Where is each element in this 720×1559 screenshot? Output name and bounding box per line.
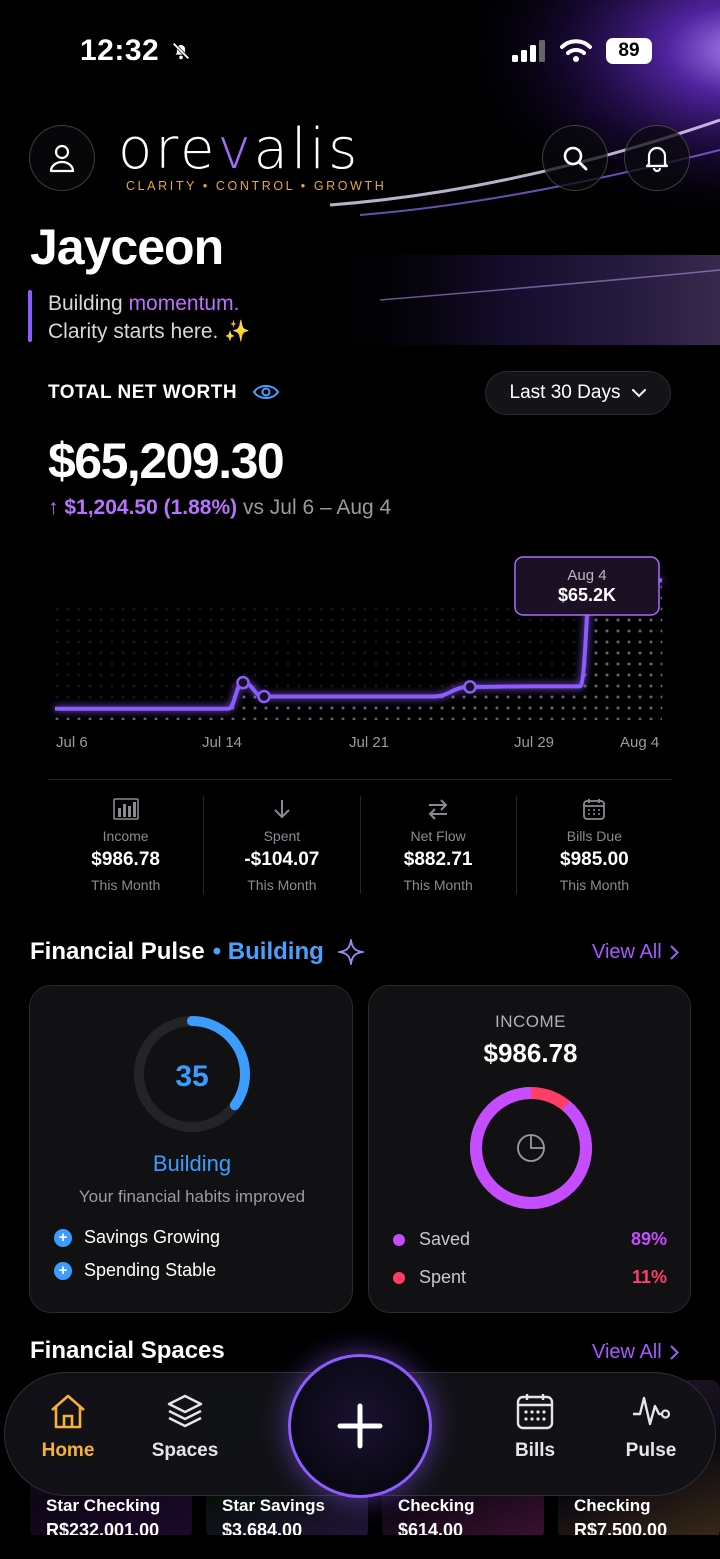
battery-indicator: 89 bbox=[606, 38, 652, 64]
stat-value: $985.00 bbox=[560, 849, 629, 870]
chart-tooltip-value: $65.2K bbox=[558, 585, 616, 605]
nav-home[interactable]: Home bbox=[13, 1392, 123, 1462]
add-button[interactable] bbox=[288, 1354, 432, 1498]
pulse-score-label: Building bbox=[152, 1151, 232, 1176]
x-tick-label: Jul 14 bbox=[202, 734, 243, 751]
net-worth-chart[interactable]: Aug 4 $65.2K bbox=[0, 530, 720, 760]
chart-tooltip: Aug 4 $65.2K bbox=[514, 556, 660, 616]
bar-chart-icon bbox=[112, 796, 139, 822]
layers-icon bbox=[167, 1394, 203, 1428]
stat-bills-due[interactable]: Bills Due $985.00 This Month bbox=[517, 796, 672, 894]
pulse-score-description: Your financial habits improved bbox=[78, 1187, 306, 1206]
nav-bills[interactable]: Bills bbox=[480, 1392, 590, 1462]
profile-button[interactable] bbox=[29, 125, 95, 191]
space-name: Star Savings bbox=[222, 1496, 325, 1515]
financial-pulse-title: Financial Pulse • Building bbox=[30, 938, 364, 966]
x-tick-label: Aug 4 bbox=[620, 734, 660, 751]
pulse-score-value: 35 bbox=[175, 1060, 209, 1093]
chart-point bbox=[257, 689, 271, 704]
stat-value: -$104.07 bbox=[244, 849, 320, 870]
pulse-bullet: + Savings Growing bbox=[54, 1227, 220, 1248]
chart-point bbox=[236, 675, 250, 690]
legend-spent: Spent 11% bbox=[393, 1267, 667, 1288]
stat-period: This Month bbox=[559, 877, 629, 893]
chevron-down-icon bbox=[632, 388, 647, 397]
user-icon bbox=[49, 144, 75, 173]
financial-spaces-title: Financial Spaces bbox=[30, 1337, 225, 1364]
stat-period: This Month bbox=[91, 877, 161, 893]
pulse-status: • Building bbox=[212, 938, 324, 965]
space-name: Checking bbox=[574, 1496, 651, 1515]
status-time: 12:32 bbox=[80, 34, 192, 68]
user-name: Jayceon bbox=[30, 219, 224, 275]
calendar-icon bbox=[516, 1394, 554, 1430]
search-button[interactable] bbox=[542, 125, 608, 191]
pulse-view-all-link[interactable]: View All bbox=[592, 941, 679, 964]
search-icon bbox=[563, 146, 588, 171]
pulse-score-card[interactable]: 35 Building Your financial habits improv… bbox=[29, 985, 353, 1313]
income-breakdown-card[interactable]: INCOME $986.78 Saved 89% Spent 11% bbox=[368, 985, 691, 1313]
stat-label: Net Flow bbox=[410, 828, 466, 844]
net-worth-change: ↑ $1,204.50 (1.88%) vs Jul 6 – Aug 4 bbox=[48, 496, 392, 519]
chart-tooltip-date: Aug 4 bbox=[567, 567, 606, 584]
calendar-icon bbox=[582, 796, 606, 822]
stat-value: $986.78 bbox=[91, 849, 160, 870]
x-tick-label: Jul 6 bbox=[56, 734, 88, 751]
eye-icon[interactable] bbox=[252, 383, 280, 401]
legend-dot bbox=[393, 1271, 405, 1284]
chevron-right-icon bbox=[669, 945, 679, 960]
pie-chart-icon bbox=[517, 1134, 545, 1162]
net-worth-amount: $65,209.30 bbox=[48, 433, 285, 489]
swap-icon bbox=[426, 796, 450, 822]
x-tick-label: Jul 29 bbox=[514, 734, 555, 751]
spaces-view-all-link[interactable]: View All bbox=[592, 1341, 679, 1364]
date-range-select[interactable]: Last 30 Days bbox=[485, 371, 671, 415]
income-amount: $986.78 bbox=[483, 1038, 578, 1068]
legend-saved: Saved 89% bbox=[393, 1229, 667, 1250]
signal-icon bbox=[512, 40, 545, 62]
monthly-stats: Income $986.78 This Month Spent -$104.07… bbox=[48, 796, 672, 894]
stat-period: This Month bbox=[403, 877, 473, 893]
arrow-down-icon bbox=[272, 796, 292, 822]
chevron-right-icon bbox=[669, 1345, 679, 1360]
wifi-icon bbox=[560, 39, 592, 62]
legend-dot bbox=[393, 1233, 405, 1246]
motto-line-1: Building momentum. bbox=[48, 292, 240, 315]
notifications-button[interactable] bbox=[624, 125, 690, 191]
silent-bell-icon bbox=[172, 42, 190, 60]
plus-icon: + bbox=[54, 1228, 72, 1247]
home-icon bbox=[51, 1394, 85, 1429]
brand-tagline: CLARITY • CONTROL • GROWTH bbox=[126, 179, 387, 193]
stat-net-flow[interactable]: Net Flow $882.71 This Month bbox=[361, 796, 517, 894]
x-tick-label: Jul 21 bbox=[349, 734, 390, 751]
nav-pulse[interactable]: Pulse bbox=[596, 1392, 706, 1462]
stat-spent[interactable]: Spent -$104.07 This Month bbox=[204, 796, 361, 894]
stat-value: $882.71 bbox=[403, 849, 473, 870]
space-name: Star Checking bbox=[46, 1496, 161, 1515]
plus-icon: + bbox=[54, 1261, 72, 1280]
pulse-bullet: + Spending Stable bbox=[54, 1260, 216, 1281]
sparkle-icon bbox=[337, 939, 364, 965]
nav-spaces[interactable]: Spaces bbox=[130, 1392, 240, 1462]
stat-period: This Month bbox=[247, 877, 317, 893]
income-label: INCOME bbox=[495, 1012, 566, 1031]
home-indicator-area bbox=[0, 1535, 720, 1559]
stat-income[interactable]: Income $986.78 This Month bbox=[48, 796, 205, 894]
motto-line-2: Clarity starts here. ✨ bbox=[48, 320, 251, 343]
brand-logo: orevalis bbox=[118, 117, 361, 182]
stat-label: Bills Due bbox=[566, 828, 622, 844]
income-donut bbox=[470, 1087, 592, 1209]
stat-label: Income bbox=[102, 828, 149, 844]
space-name: Checking bbox=[398, 1496, 475, 1515]
stat-label: Spent bbox=[263, 828, 301, 844]
plus-icon bbox=[337, 1403, 383, 1449]
quote-accent-bar bbox=[28, 290, 32, 342]
bell-icon bbox=[645, 146, 669, 172]
pulse-icon bbox=[633, 1396, 671, 1426]
net-worth-label: TOTAL NET WORTH bbox=[48, 382, 280, 404]
divider bbox=[48, 779, 672, 780]
chart-point bbox=[463, 680, 477, 694]
status-indicators: 89 bbox=[512, 38, 652, 64]
